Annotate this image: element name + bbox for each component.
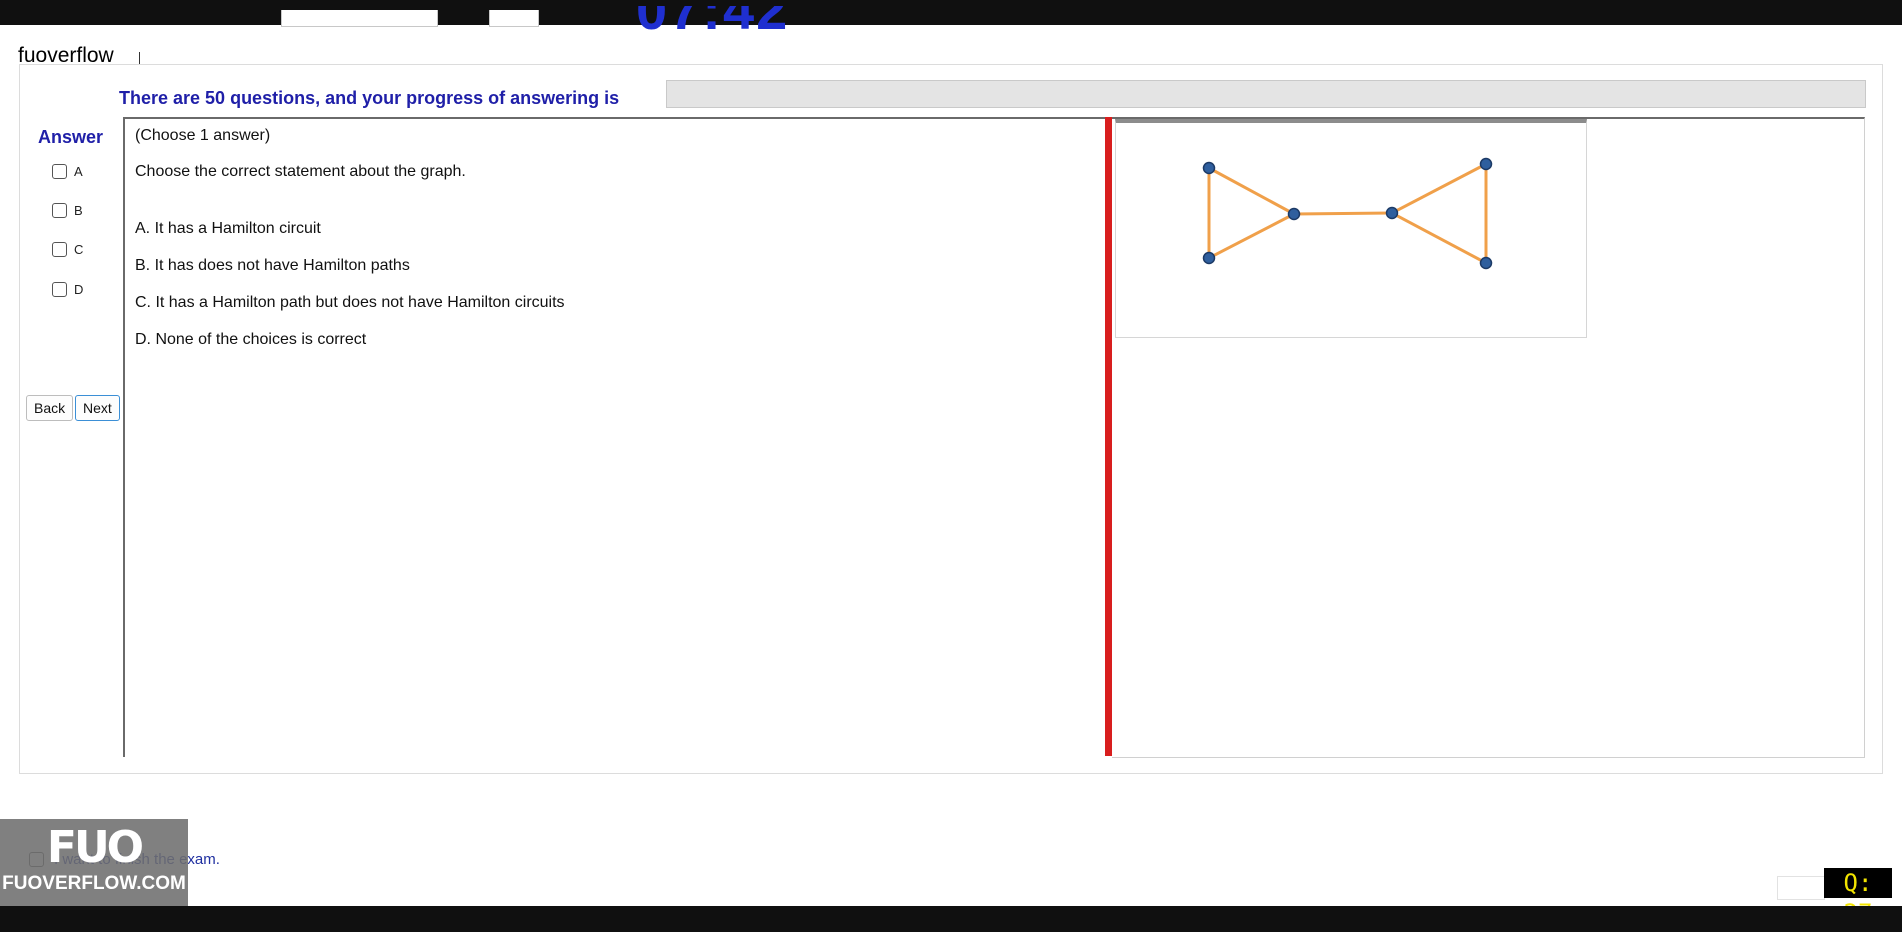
question-number-badge: Q: 27 [1824, 868, 1892, 927]
watermark-mark: FUO [46, 822, 144, 873]
graph-edge [1293, 211, 1393, 216]
graph-vertex [1287, 207, 1301, 221]
answer-option-b[interactable]: B [52, 200, 83, 220]
graph-edge [1208, 212, 1295, 260]
progress-bar [666, 80, 1866, 108]
graph-vertex [1479, 256, 1493, 270]
graph-edge [1208, 166, 1295, 216]
bottom-black-bar [0, 906, 1902, 932]
checkbox-d[interactable] [52, 281, 67, 297]
graph-vertex [1385, 206, 1399, 220]
answer-option-a[interactable]: A [52, 161, 83, 181]
question-pane: (Choose 1 answer) Choose the correct sta… [123, 117, 1110, 757]
graph-vertex [1479, 157, 1493, 171]
choice-c: C. It has a Hamilton path but does not h… [135, 294, 565, 311]
answer-title: Answer [38, 127, 104, 147]
option-label-b: B [74, 202, 83, 218]
choice-a: A. It has a Hamilton circuit [135, 220, 321, 237]
checkbox-c[interactable] [52, 241, 67, 257]
progress-label: There are 50 questions, and your progres… [119, 88, 620, 108]
checkbox-b[interactable] [52, 202, 67, 218]
question-instruction: (Choose 1 answer) [135, 127, 271, 144]
graph-vertex [1202, 161, 1216, 175]
back-button[interactable]: Back [26, 395, 74, 421]
answer-option-d[interactable]: D [52, 279, 83, 299]
small-input[interactable] [1777, 876, 1825, 900]
graph-image [1115, 119, 1587, 338]
timer-display: 07:42 [636, 6, 790, 40]
pane-divider[interactable] [1105, 117, 1112, 756]
option-label-a: A [74, 163, 83, 179]
choice-d: D. None of the choices is correct [135, 331, 367, 348]
watermark-logo: FUO FUOVERFLOW.COM [0, 819, 188, 906]
partial-field[interactable] [489, 10, 539, 27]
graph-edge [1391, 211, 1487, 265]
graph-figure [1202, 157, 1493, 270]
option-label-d: D [74, 281, 84, 297]
next-button[interactable]: Next [75, 395, 120, 421]
question-prompt: Choose the correct statement about the g… [135, 163, 466, 180]
watermark-url: FUOVERFLOW.COM [2, 873, 186, 894]
checkbox-a[interactable] [52, 163, 67, 179]
answer-option-c[interactable]: C [52, 239, 83, 259]
partial-dropdown[interactable] [281, 10, 438, 27]
choice-b: B. It has does not have Hamilton paths [135, 257, 410, 274]
graph-edge [1391, 162, 1487, 215]
option-label-c: C [74, 241, 84, 257]
graph-vertex [1202, 251, 1216, 265]
